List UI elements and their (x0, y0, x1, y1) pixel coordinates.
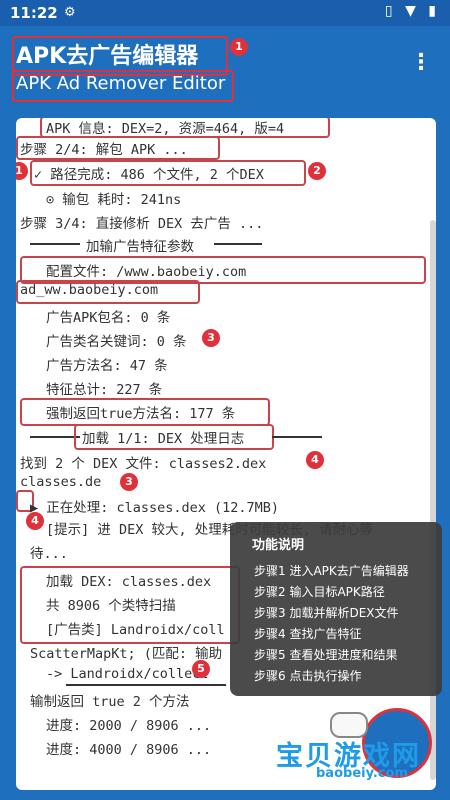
step-badge: 3 (120, 473, 138, 491)
log-line: 配置文件: /www.baobeiy.com (46, 264, 247, 280)
log-line: 强制返回true方法名: 177 条 (46, 406, 236, 422)
log-line: 输制返回 true 2 个方法 (30, 694, 190, 710)
underline (66, 684, 226, 686)
app-bar: APK去广告编辑器 APK Ad Remover Editor 1 ⋮ (0, 26, 450, 106)
log-line: APK 信息: DEX=2, 资源=464, 版=4 (46, 121, 285, 137)
log-line: 待... (30, 546, 68, 562)
popup-item: 步骤6 点击执行操作 (254, 669, 362, 683)
log-line: 共 8906 个类特扫描 (46, 598, 176, 614)
log-line: 广告APK包名: 0 条 (46, 310, 171, 326)
log-line: 进度: 2000 / 8906 ... (46, 718, 212, 734)
log-line: 加载 1/1: DEX 处理日志 (82, 431, 245, 447)
log-line: 步骤 3/4: 直接修析 DEX 去广告 ... (20, 216, 264, 232)
log-line: 广告方法名: 47 条 (46, 358, 168, 374)
popup-item: 步骤2 输入目标APK路径 (254, 585, 385, 599)
log-line: -> Landroidx/collect (46, 666, 209, 682)
app-title: APK去广告编辑器 (16, 44, 199, 69)
log-line: 广告类名关键词: 0 条 (46, 334, 187, 350)
log-line: 加输广告特征参数 (86, 239, 194, 255)
step-badge: 4 (306, 451, 324, 469)
status-icons: ▯ ▼ ▮ (384, 3, 440, 19)
divider (272, 436, 322, 438)
step-badge: 2 (308, 162, 326, 180)
popup-item: 步骤4 查找广告特征 (254, 627, 362, 641)
step-badge: 1 (230, 38, 248, 56)
popup-item: 步骤5 查看处理进度和结果 (254, 648, 398, 662)
popup-item: 步骤3 加载并解析DEX文件 (254, 606, 399, 620)
log-line: ▶ 正在处理: classes.dex (12.7MB) (30, 500, 280, 516)
notification-icon: ⚙ (64, 5, 76, 20)
log-line: ⊙ 输包 耗时: 241ns (46, 192, 182, 208)
divider (214, 243, 262, 245)
status-bar: 11:22 ⚙ ▯ ▼ ▮ (0, 0, 450, 26)
log-line: ad_ww.baobeiy.com (20, 282, 159, 298)
divider (30, 436, 80, 438)
log-line: classes.de (20, 474, 102, 490)
status-time: 11:22 (10, 4, 58, 22)
popup-title: 功能说明 (252, 538, 305, 553)
step-badge: 5 (192, 660, 210, 678)
popup-item: 步骤1 进入APK去广告编辑器 (254, 564, 409, 578)
watermark-url: baobeiy.com (316, 766, 408, 781)
step-badge: 3 (202, 329, 220, 347)
feature-popup: 功能说明 步骤1 进入APK去广告编辑器 步骤2 输入目标APK路径 步骤3 加… (230, 522, 442, 696)
log-line: 加载 DEX: classes.dex (46, 574, 212, 590)
overflow-menu-icon[interactable]: ⋮ (410, 50, 432, 75)
divider (30, 243, 80, 245)
log-line: 特征总计: 227 条 (46, 382, 163, 398)
app-subtitle: APK Ad Remover Editor (16, 73, 226, 94)
log-line: 找到 2 个 DEX 文件: classes2.dex (20, 456, 267, 472)
log-line: 进度: 4000 / 8906 ... (46, 742, 212, 758)
log-line: ✓ 路径完成: 486 个文件, 2 个DEX (34, 167, 264, 183)
log-line: 步骤 2/4: 解包 APK ... (20, 142, 188, 158)
log-line: [广告类] Landroidx/coll (46, 622, 225, 638)
step-badge: 1 (16, 162, 28, 180)
scrollbar[interactable] (430, 220, 436, 780)
log-line: ScatterMapKt; (匹配: 输助 (30, 646, 223, 662)
step-badge: 4 (26, 512, 44, 530)
